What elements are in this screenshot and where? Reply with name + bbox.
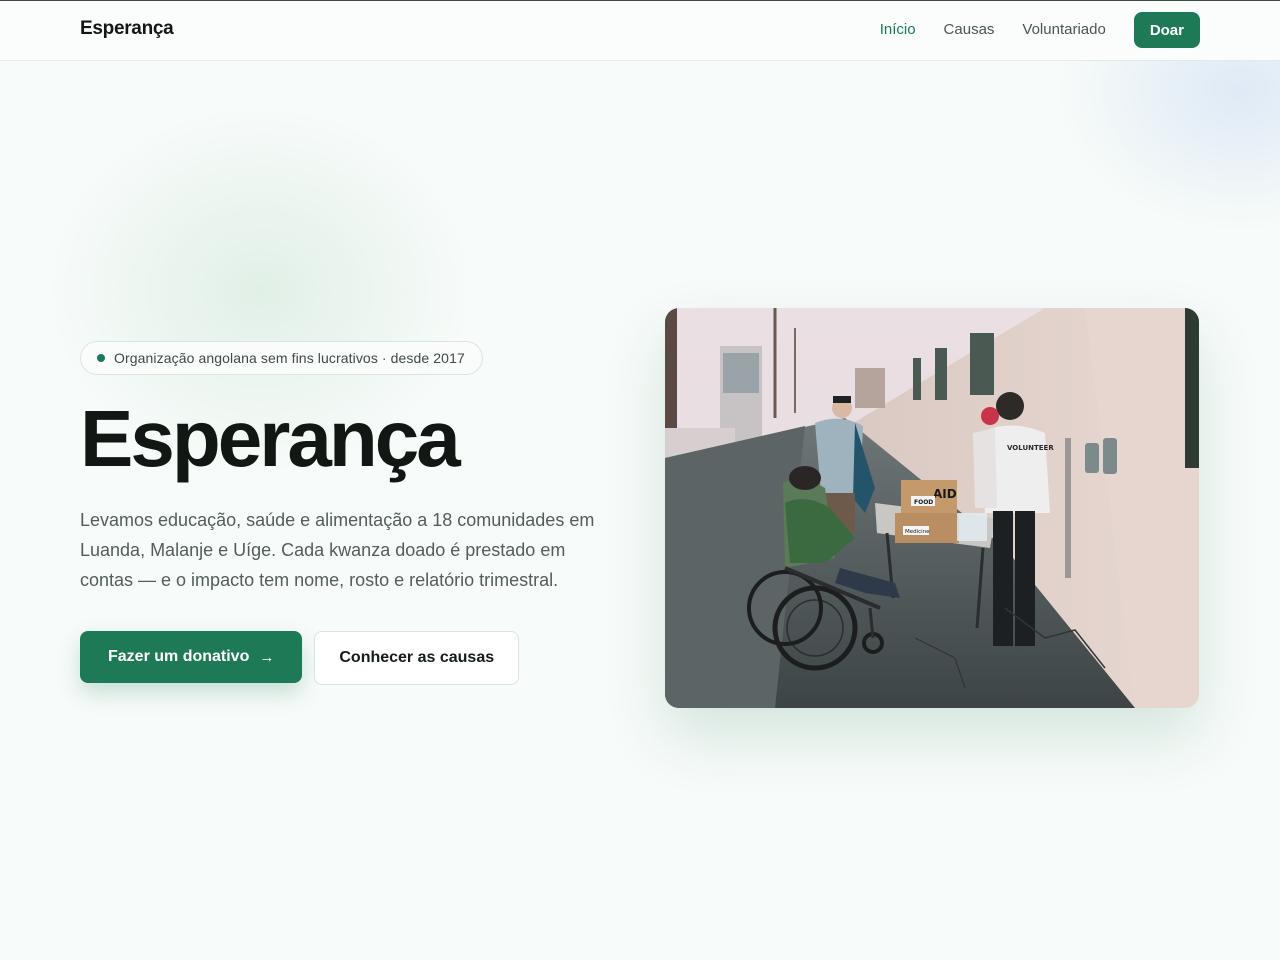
- donate-cta-label: Fazer um donativo: [108, 648, 250, 665]
- cta-row: Fazer um donativo → Conhecer as causas: [80, 631, 620, 685]
- hero-content: Organização angolana sem fins lucrativos…: [80, 341, 620, 685]
- site-header: Esperança Início Causas Voluntariado Doa…: [0, 1, 1280, 61]
- nav-link-voluntariado[interactable]: Voluntariado: [1022, 12, 1105, 48]
- causes-cta-button[interactable]: Conhecer as causas: [314, 631, 520, 685]
- nav-link-causas[interactable]: Causas: [944, 12, 995, 48]
- arrow-right-icon: →: [259, 648, 275, 666]
- nav-link-inicio[interactable]: Início: [880, 12, 916, 48]
- brand-logo[interactable]: Esperança: [80, 18, 174, 40]
- hero-photo: AID FOOD Medicine VOLUNTEER: [665, 308, 1199, 708]
- aid-box-label: AID: [933, 487, 957, 501]
- org-badge-text: Organização angolana sem fins lucrativos…: [114, 350, 465, 366]
- food-box-label: FOOD: [914, 499, 933, 506]
- donate-nav-button[interactable]: Doar: [1133, 12, 1200, 48]
- volunteer-shirt-label: VOLUNTEER: [1007, 444, 1054, 452]
- donate-cta-button[interactable]: Fazer um donativo →: [80, 631, 303, 683]
- hero-description: Levamos educação, saúde e alimentação a …: [80, 510, 595, 590]
- hero-title: Esperança: [80, 394, 461, 483]
- dot-icon: [97, 354, 105, 362]
- org-badge: Organização angolana sem fins lucrativos…: [80, 341, 483, 375]
- main-nav: Início Causas Voluntariado Doar: [880, 12, 1200, 48]
- medicine-box-label: Medicine: [905, 529, 930, 535]
